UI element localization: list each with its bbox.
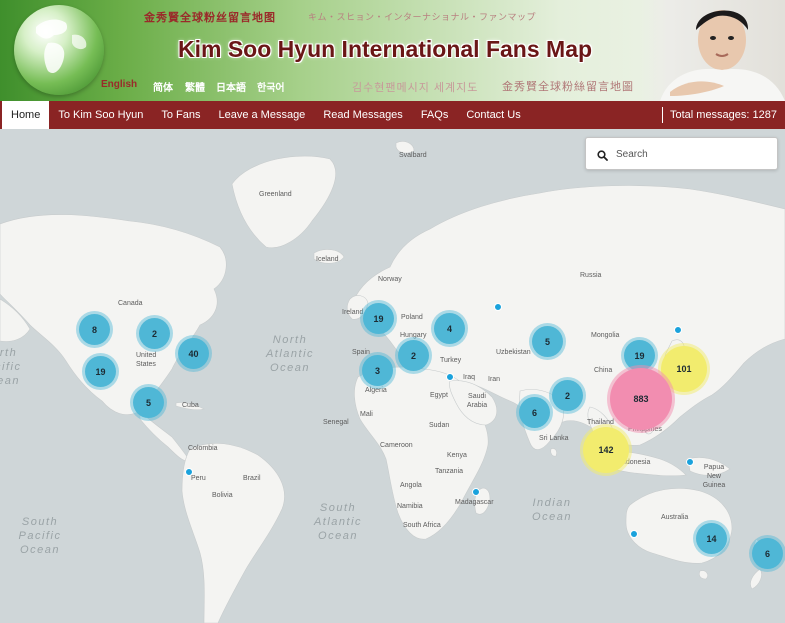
cluster-southeast-asia[interactable]: 142 [583,427,629,473]
label-greenland: Greenland [259,191,292,198]
label-cuba: Cuba [182,402,199,409]
cluster-central-asia[interactable]: 5 [532,326,563,357]
label-peru: Peru [191,475,206,482]
label-uzbekistan: Uzbekistan [496,349,531,356]
nav-to-fans[interactable]: To Fans [152,101,209,129]
cluster-india-south[interactable]: 6 [519,397,550,428]
label-mongolia: Mongolia [591,332,620,339]
portrait-image [640,0,785,101]
lang-simplified-chinese-link[interactable]: 简体 [153,79,173,94]
banner-japanese-title: キム・スヒョン・インターナショナル・ファンマップ [308,12,537,22]
label-egypt: Egypt [430,392,448,399]
label-svalbard: Svalbard [399,152,427,159]
cluster-north-china[interactable]: 19 [624,340,655,371]
label-south-africa: South Africa [403,522,441,529]
nav-faqs[interactable]: FAQs [412,101,458,129]
marker-west-australia[interactable] [630,530,638,538]
label-turkey: Turkey [440,357,462,364]
cluster-east-asia[interactable]: 883 [610,368,672,430]
label-angola: Angola [400,482,422,489]
nav-to-kim-soo-hyun[interactable]: To Kim Soo Hyun [49,101,152,129]
cluster-na-south[interactable]: 19 [85,356,116,387]
nav-read-messages[interactable]: Read Messages [314,101,412,129]
cluster-mexico[interactable]: 5 [133,387,164,418]
cluster-north-africa[interactable]: 3 [362,355,393,386]
label-kenya: Kenya [447,452,467,459]
cluster-na-west[interactable]: 8 [79,314,110,345]
label-brazil: Brazil [243,475,261,482]
world-map[interactable]: Svalbard Greenland Iceland Norway Canada… [0,129,785,623]
lang-japanese-link[interactable]: 日本語 [216,79,246,94]
lang-korean-link[interactable]: 한국어 [257,79,285,94]
banner-chinese-title: 金秀賢全球粉丝留言地图 [144,11,276,24]
label-mali: Mali [360,411,373,418]
label-tanzania: Tanzania [435,468,464,475]
label-hungary: Hungary [400,332,427,339]
label-madagascar: Madagascar [455,499,494,506]
nav-contact-us[interactable]: Contact Us [457,101,529,129]
lang-traditional-chinese-link[interactable]: 繁體 [185,79,205,94]
map-search-box [585,137,778,170]
cluster-south-asia[interactable]: 2 [552,380,583,411]
nav-leave-message[interactable]: Leave a Message [209,101,314,129]
label-china: China [594,367,613,374]
label-ireland: Ireland [342,309,364,316]
marker-russia-west[interactable] [494,303,502,311]
lang-english-link[interactable]: English [101,79,137,90]
label-united-states: United States [136,352,157,368]
ocean-north-atlantic: North Atlantic Ocean [265,334,315,374]
ocean-indian: Indian Ocean [532,497,572,523]
label-iraq: Iraq [463,374,476,381]
marker-north-japan[interactable] [674,326,682,334]
site-title: Kim Soo Hyun International Fans Map [178,36,593,62]
label-cameroon: Cameroon [380,442,413,449]
label-sri-lanka: Sri Lanka [539,435,569,442]
label-russia: Russia [580,272,602,279]
label-algeria: Algeria [365,387,387,394]
label-bolivia: Bolivia [212,492,233,499]
globe-logo-icon [14,5,104,95]
label-australia: Australia [661,514,689,521]
marker-middle-east[interactable] [446,373,454,381]
label-colombia: Colombia [188,445,218,452]
nav-home[interactable]: Home [2,101,50,129]
label-senegal: Senegal [323,419,349,426]
label-papua-new-guinea: Papua New Guinea [702,464,726,489]
site-banner: 金秀賢全球粉丝留言地图 キム・スヒョン・インターナショナル・ファンマップ Kim… [0,0,785,101]
marker-madagascar[interactable] [472,488,480,496]
label-norway: Norway [378,276,402,283]
cluster-new-zealand[interactable]: 6 [752,538,783,569]
label-iceland: Iceland [316,256,339,263]
label-spain: Spain [352,349,370,356]
label-sudan: Sudan [429,422,450,429]
cluster-east-europe[interactable]: 4 [434,313,465,344]
search-icon [597,148,608,166]
total-messages-counter: Total messages: 1287 [661,107,785,123]
cluster-uk[interactable]: 19 [363,303,394,334]
label-canada: Canada [118,300,143,307]
cluster-na-central[interactable]: 2 [139,318,170,349]
label-namibia: Namibia [397,503,423,510]
banner-korean-title: 김수현팬메시지 세계지도 [352,82,479,94]
ocean-south-atlantic: South Atlantic Ocean [313,502,363,542]
label-poland: Poland [401,314,423,321]
marker-peru[interactable] [185,468,193,476]
cluster-na-east[interactable]: 40 [178,338,209,369]
cluster-australia[interactable]: 14 [696,523,727,554]
map-search-input[interactable] [616,144,766,164]
banner-chinese-title-traditional: 金秀賢全球粉絲留言地圖 [502,80,634,93]
label-saudi-arabia: Saudi Arabia [466,393,488,409]
ocean-south-pacific: South Pacific Ocean [18,516,62,556]
label-thailand: Thailand [587,419,614,426]
cluster-balkans[interactable]: 2 [398,340,429,371]
marker-papua[interactable] [686,458,694,466]
label-iran: Iran [488,376,501,383]
main-nav: Home To Kim Soo Hyun To Fans Leave a Mes… [0,101,785,129]
ocean-north-pacific: North Pacific Ocean [0,347,22,387]
